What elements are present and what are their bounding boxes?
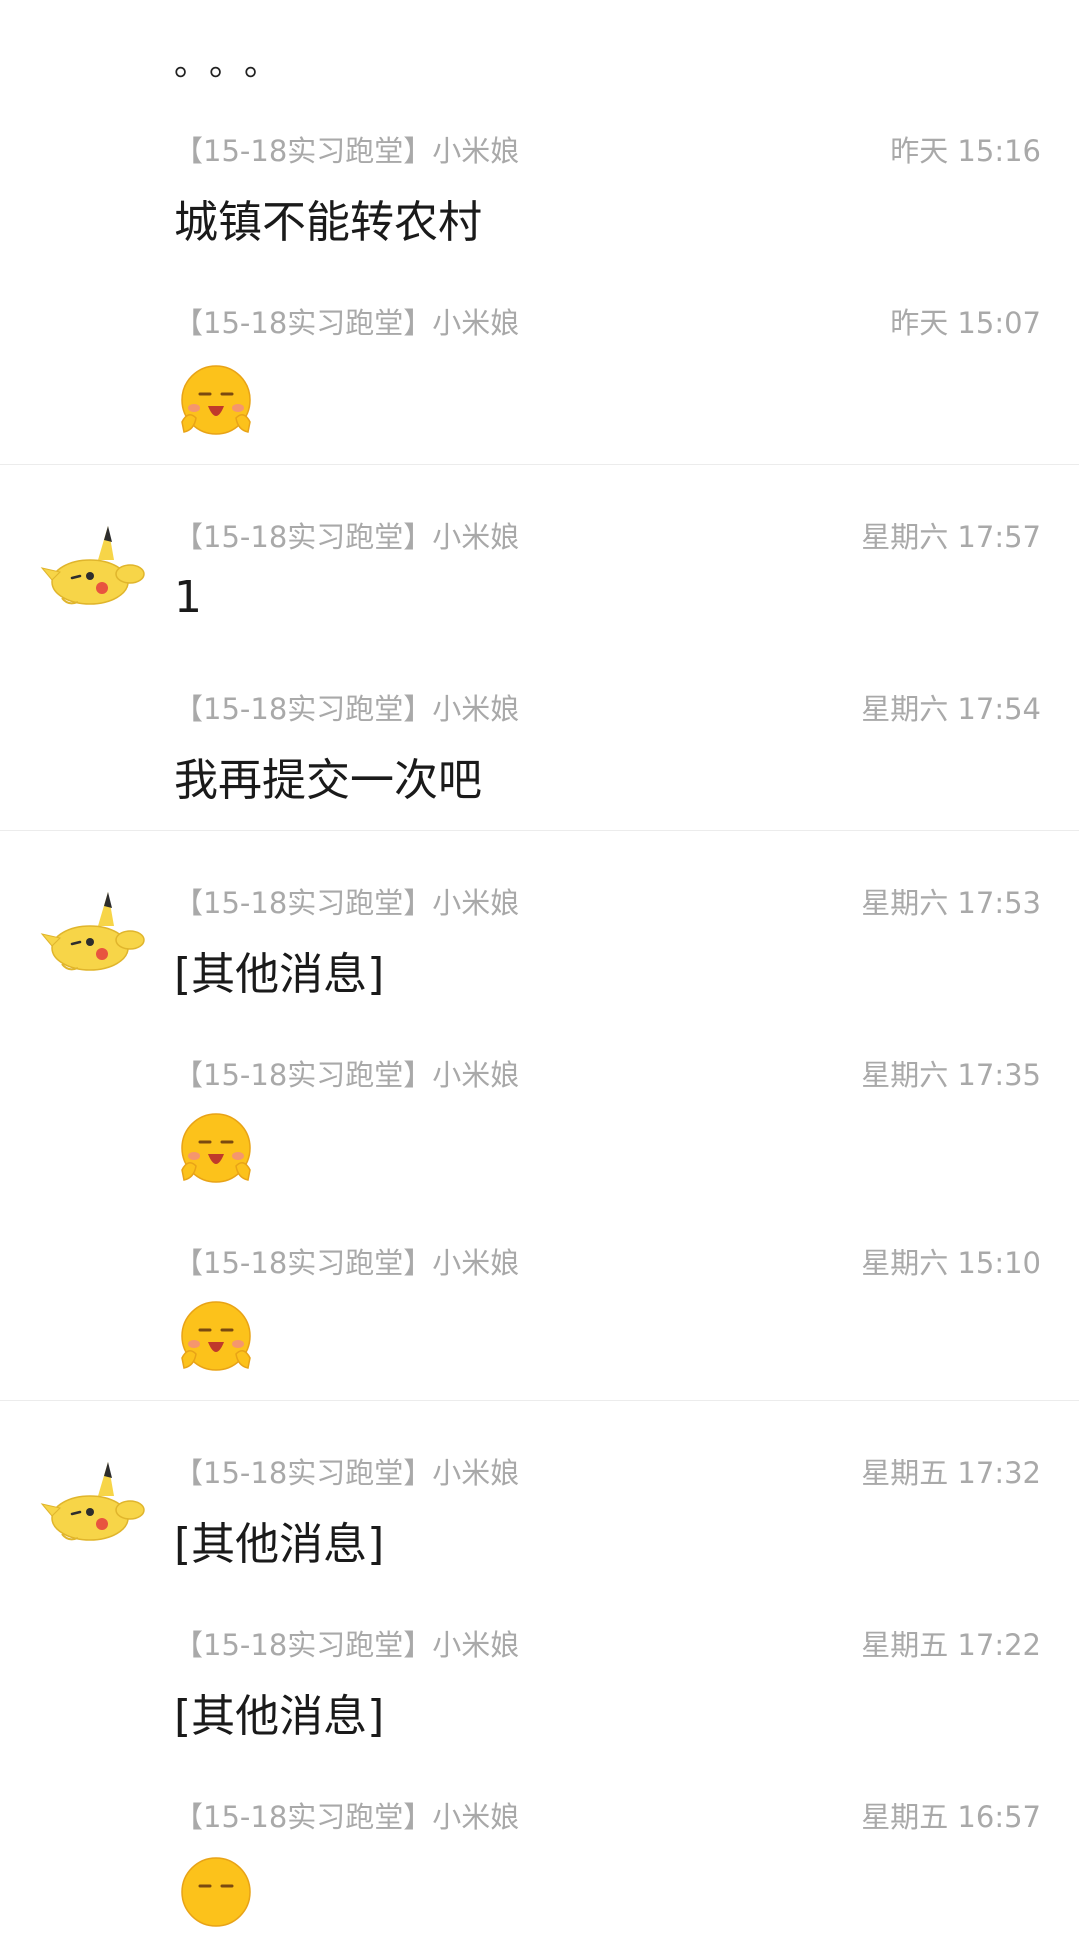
section-divider xyxy=(0,464,1079,465)
sender-name: 【15-18实习跑堂】小米娘 xyxy=(174,134,520,168)
message-time: 星期六 17:54 xyxy=(861,692,1041,726)
section-divider xyxy=(0,830,1079,831)
message-time: 星期六 17:35 xyxy=(861,1058,1041,1092)
sender-name: 【15-18实习跑堂】小米娘 xyxy=(174,1800,520,1834)
message-text[interactable]: 1 xyxy=(174,572,202,623)
message-time: 星期六 15:10 xyxy=(861,1246,1041,1280)
pikachu-avatar[interactable] xyxy=(38,510,148,620)
message-text[interactable]: [其他消息] xyxy=(174,938,384,1002)
pikachu-avatar[interactable] xyxy=(38,876,148,986)
sender-name: 【15-18实习跑堂】小米娘 xyxy=(174,520,520,554)
message-time: 星期六 17:53 xyxy=(861,886,1041,920)
section-divider xyxy=(0,1400,1079,1401)
sender-name: 【15-18实习跑堂】小米娘 xyxy=(174,886,520,920)
message-time: 昨天 15:07 xyxy=(890,306,1041,340)
pikachu-avatar[interactable] xyxy=(38,1446,148,1556)
message-time: 星期五 17:22 xyxy=(861,1628,1041,1662)
sender-name: 【15-18实习跑堂】小米娘 xyxy=(174,1246,520,1280)
sender-name: 【15-18实习跑堂】小米娘 xyxy=(174,1058,520,1092)
message-text[interactable]: 城镇不能转农村 xyxy=(174,186,482,250)
message-time: 星期五 17:32 xyxy=(861,1456,1041,1490)
message-history-list: 。。。 【15-18实习跑堂】小米娘 昨天 15:16 城镇不能转农村 【15-… xyxy=(0,0,1079,1927)
message-time: 昨天 15:16 xyxy=(890,134,1041,168)
sender-name: 【15-18实习跑堂】小米娘 xyxy=(174,1628,520,1662)
message-time: 星期五 16:57 xyxy=(861,1800,1041,1834)
message-text[interactable]: 我再提交一次吧 xyxy=(174,744,482,808)
blushing-face-emoji[interactable] xyxy=(174,360,258,444)
sender-name: 【15-18实习跑堂】小米娘 xyxy=(174,1456,520,1490)
sender-name: 【15-18实习跑堂】小米娘 xyxy=(174,692,520,726)
message-text[interactable]: [其他消息] xyxy=(174,1508,384,1572)
message-text[interactable]: [其他消息] xyxy=(174,1680,384,1744)
blushing-face-emoji[interactable] xyxy=(174,1108,258,1192)
message-time: 星期六 17:57 xyxy=(861,520,1041,554)
blushing-face-emoji[interactable] xyxy=(174,1852,258,1936)
blushing-face-emoji[interactable] xyxy=(174,1296,258,1380)
top-ellipsis-text: 。。。 xyxy=(174,44,296,84)
sender-name: 【15-18实习跑堂】小米娘 xyxy=(174,306,520,340)
